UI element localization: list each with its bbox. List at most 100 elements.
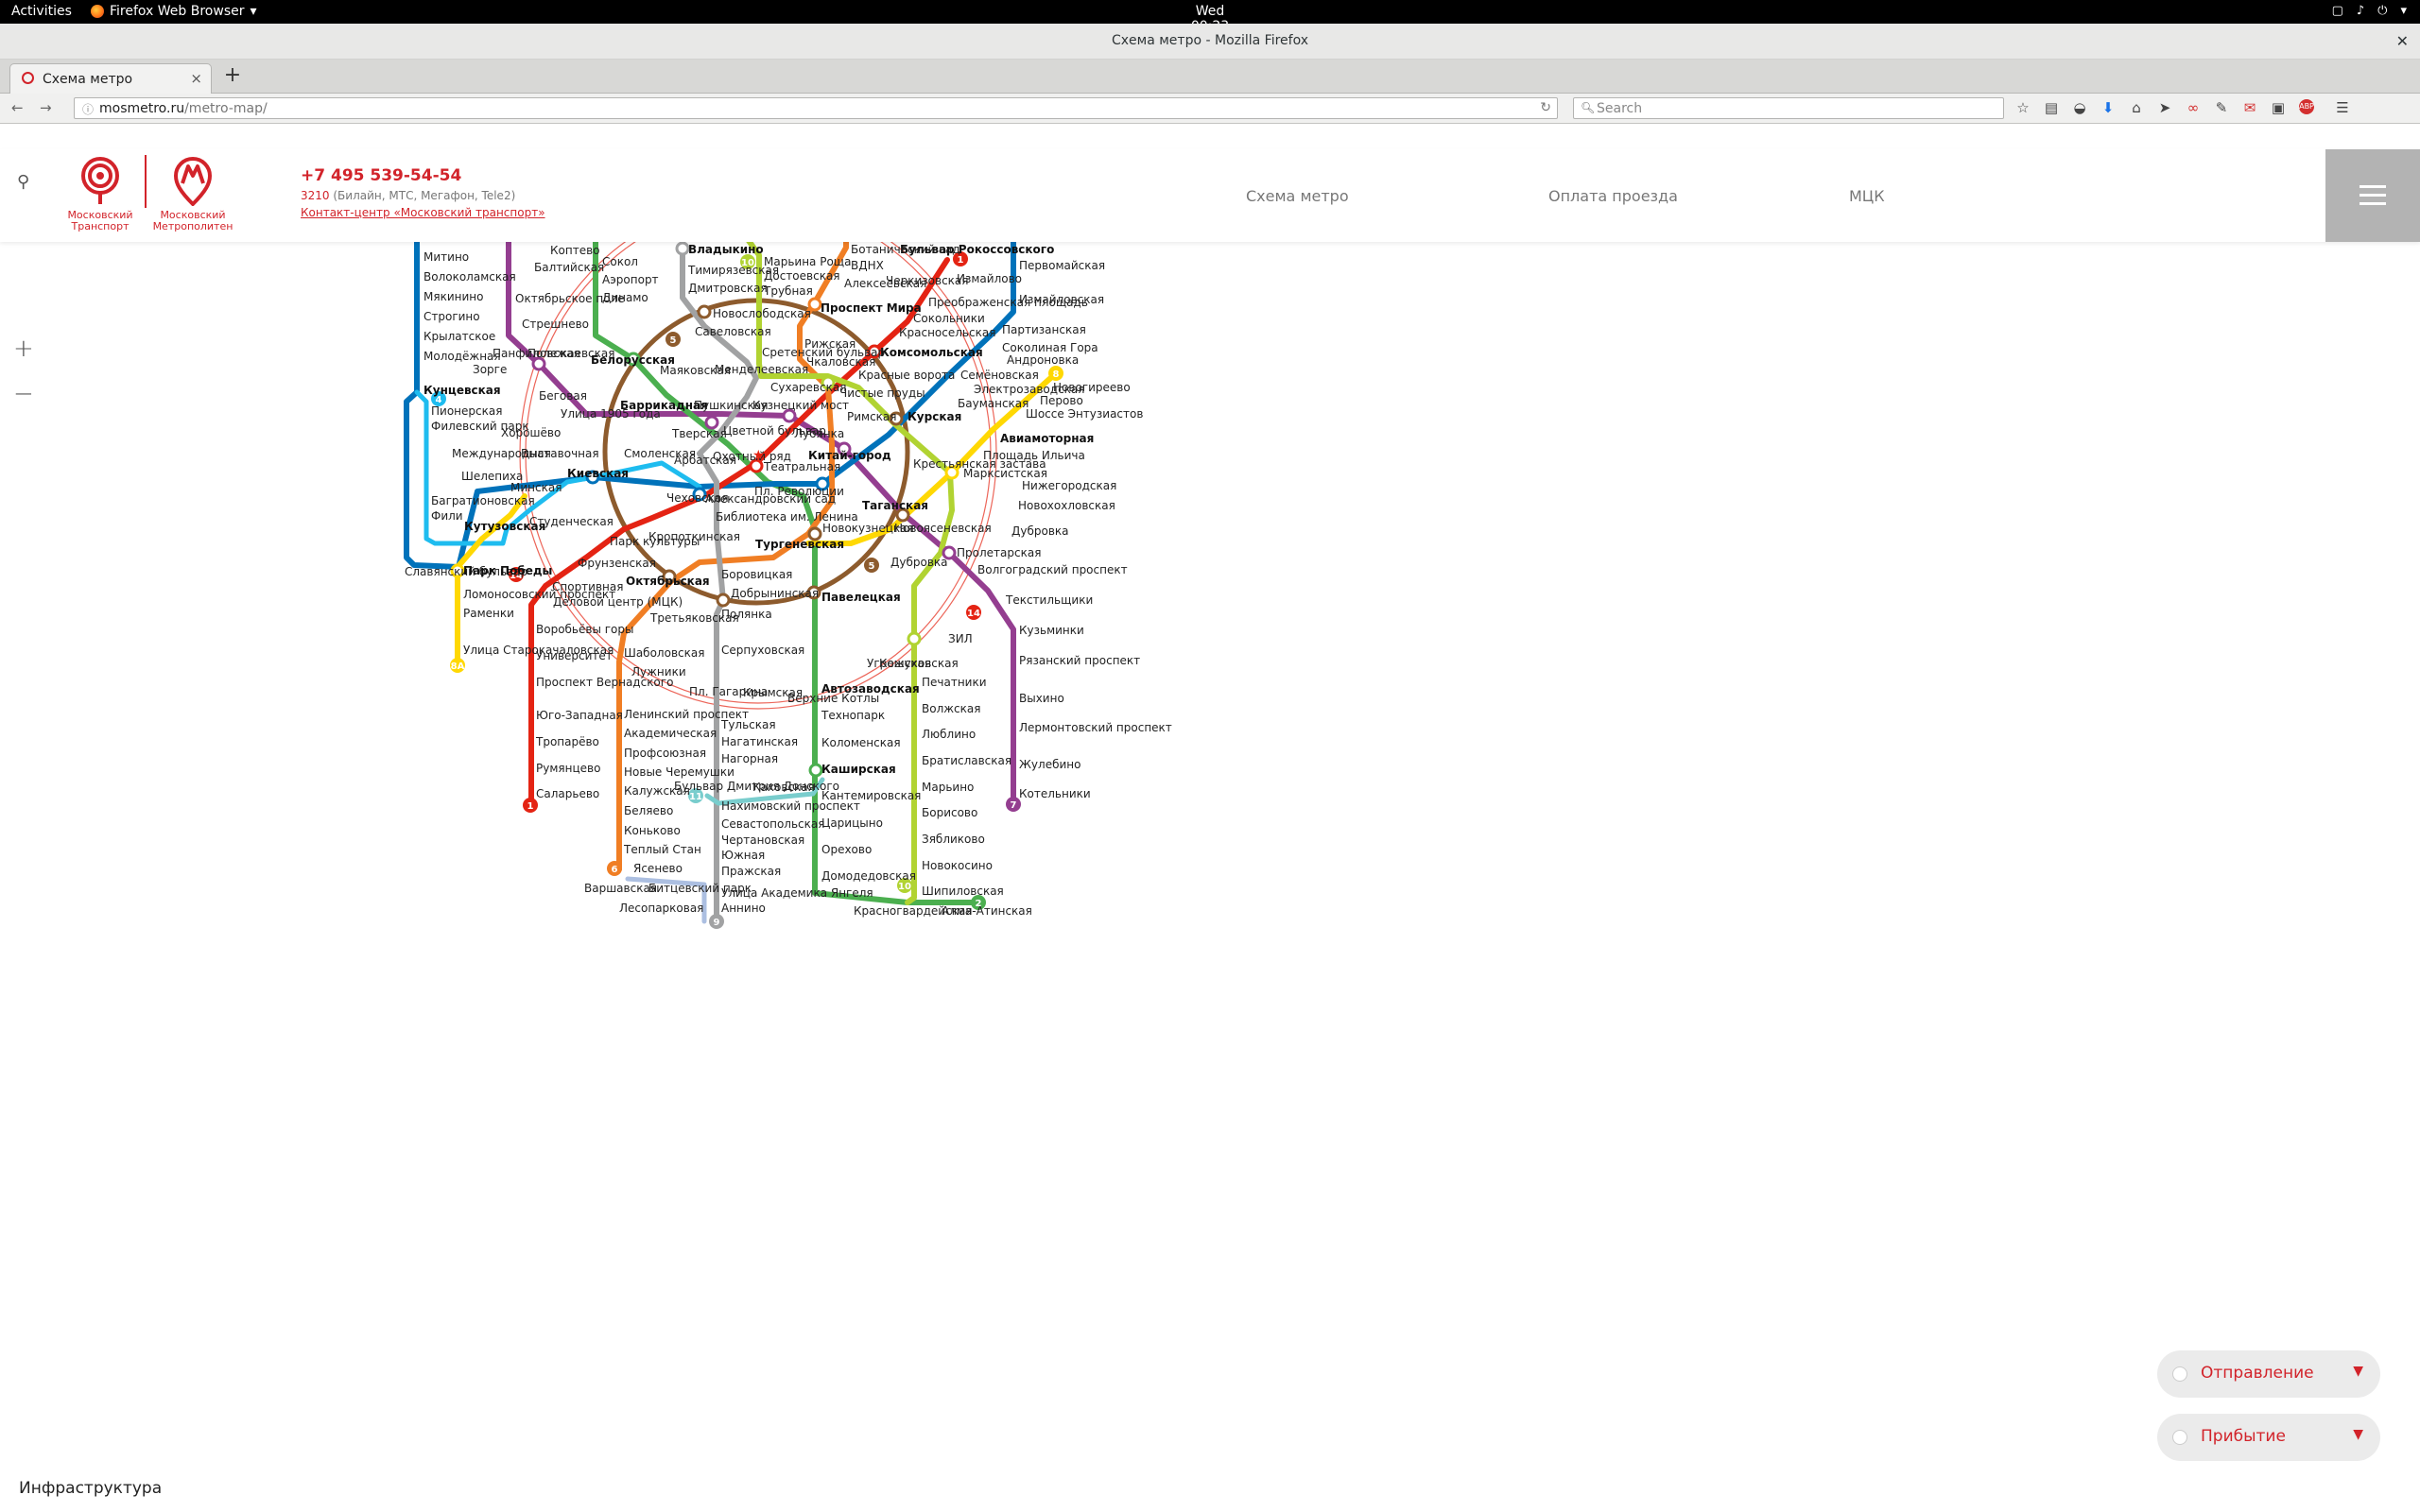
station-label[interactable]: Алма-Атинская bbox=[942, 904, 1032, 918]
station-label[interactable]: Добрынинская bbox=[731, 587, 819, 600]
station-label[interactable]: Сретенский бульвар bbox=[762, 346, 885, 359]
station-label[interactable]: Верхние Котлы bbox=[787, 692, 879, 705]
station-label[interactable]: Печатники bbox=[922, 676, 987, 689]
nav-mck[interactable]: МЦК bbox=[1849, 187, 1885, 205]
station-label[interactable]: Международная bbox=[452, 447, 551, 460]
station-label[interactable]: Лесопарковая bbox=[619, 902, 703, 915]
station-label[interactable]: Шелепиха bbox=[461, 470, 523, 483]
station-label[interactable]: Зябликово bbox=[922, 833, 985, 846]
station-label[interactable]: Балтийская bbox=[534, 261, 604, 274]
metro-map-canvas[interactable]: 1233455677188А9101011141414 ПланернаяСхо… bbox=[0, 242, 2420, 1512]
station-label[interactable]: Фрунзенская bbox=[578, 557, 656, 570]
screenshot-icon[interactable]: ▣ bbox=[2271, 99, 2286, 116]
station-label[interactable]: Чертановская bbox=[721, 833, 804, 847]
short-number[interactable]: 3210 bbox=[301, 189, 330, 202]
station-label[interactable]: Тургеневская bbox=[755, 538, 844, 551]
nav-fare-payment[interactable]: Оплата проезда bbox=[1548, 187, 1678, 205]
tab-metro-map[interactable]: Схема метро × bbox=[9, 63, 212, 94]
station-label[interactable]: Текстильщики bbox=[1005, 593, 1093, 607]
station-label[interactable]: Сокол bbox=[602, 255, 638, 268]
phone-number[interactable]: +7 495 539-54-54 bbox=[301, 166, 461, 185]
station-label[interactable]: Курская bbox=[908, 410, 961, 423]
station-label[interactable]: Севастопольская bbox=[721, 817, 824, 831]
arrival-button[interactable]: Прибытие ▼ bbox=[2157, 1414, 2380, 1461]
station-label[interactable]: Волжская bbox=[922, 702, 980, 715]
forward-icon[interactable]: → bbox=[40, 99, 52, 116]
station-label[interactable]: Измайлово bbox=[957, 272, 1022, 285]
station-label[interactable]: Коломенская bbox=[821, 736, 901, 749]
system-tray[interactable]: ▢ ♪ ⏻ ▾ bbox=[2332, 4, 2407, 18]
station-label[interactable]: Кунцевская bbox=[424, 384, 501, 397]
station-label[interactable]: Савеловская bbox=[695, 325, 771, 338]
url-bar[interactable]: ⓘ mosmetro.ru/metro-map/ ↻ bbox=[74, 97, 1558, 119]
station-label[interactable]: Волгоградский проспект bbox=[977, 563, 1128, 576]
station-label[interactable]: Новогиреево bbox=[1053, 381, 1131, 394]
contact-center-link[interactable]: Контакт-центр «Московский транспорт» bbox=[301, 206, 545, 219]
station-label[interactable]: Алексеевская bbox=[844, 277, 926, 290]
station-label[interactable]: Аэропорт bbox=[602, 273, 659, 286]
station-label[interactable]: Марьино bbox=[922, 781, 974, 794]
search-icon[interactable]: ⚲ bbox=[17, 172, 29, 192]
station-label[interactable]: Дмитровская bbox=[688, 282, 768, 295]
station-label[interactable]: Менделеевская bbox=[715, 363, 808, 376]
station-label[interactable]: Тимирязевская bbox=[687, 264, 779, 277]
station-label[interactable]: ЗИЛ bbox=[948, 632, 973, 645]
zoom-out-button[interactable]: − bbox=[13, 380, 34, 408]
new-tab-button[interactable]: + bbox=[219, 63, 246, 90]
station-label[interactable]: Зорге bbox=[473, 363, 507, 376]
station-label[interactable]: Румянцево bbox=[536, 762, 600, 775]
station-label[interactable]: Студенческая bbox=[529, 515, 614, 528]
station-label[interactable]: Тропарёво bbox=[535, 735, 599, 748]
station-label[interactable]: Лермонтовский проспект bbox=[1019, 721, 1172, 734]
adblock-icon[interactable]: ABP bbox=[2299, 99, 2314, 114]
bookmark-star-icon[interactable]: ☆ bbox=[2015, 99, 2031, 116]
station-label[interactable]: Братиславская bbox=[922, 754, 1011, 767]
station-label[interactable]: Беляево bbox=[624, 804, 673, 817]
logo-moscow-transport[interactable]: Московский Транспорт bbox=[53, 155, 147, 232]
station-label[interactable]: Новоясеневская bbox=[894, 522, 992, 535]
station-label[interactable]: Пионерская bbox=[431, 404, 502, 418]
station-label[interactable]: Киевская bbox=[567, 467, 629, 480]
station-label[interactable]: Лужники bbox=[631, 665, 686, 679]
hamburger-menu-button[interactable] bbox=[2325, 149, 2420, 242]
station-label[interactable]: Новокосино bbox=[922, 859, 993, 872]
station-label[interactable]: Павелецкая bbox=[821, 591, 901, 604]
station-label[interactable]: Таганская bbox=[862, 499, 928, 512]
station-label[interactable]: Котельники bbox=[1019, 787, 1091, 800]
logo-moscow-metro[interactable]: Московский Метрополитен bbox=[146, 155, 240, 232]
station-label[interactable]: Жулебино bbox=[1019, 758, 1080, 771]
station-label[interactable]: Каховская bbox=[752, 781, 815, 794]
reload-icon[interactable]: ↻ bbox=[1540, 100, 1551, 115]
station-label[interactable]: Шоссе Энтузиастов bbox=[1026, 407, 1143, 421]
back-icon[interactable]: ← bbox=[11, 99, 24, 116]
station-label[interactable]: Перово bbox=[1040, 394, 1083, 407]
station-label[interactable]: Молодёжная bbox=[424, 350, 501, 363]
station-label[interactable]: Деловой центр (МЦК) bbox=[553, 595, 683, 609]
station-label[interactable]: Римская bbox=[847, 410, 897, 423]
station-label[interactable]: Академическая bbox=[624, 727, 717, 740]
close-window-icon[interactable]: ✕ bbox=[2396, 32, 2409, 50]
notification-extension-icon[interactable]: ✉ bbox=[2242, 99, 2257, 116]
station-label[interactable]: Строгино bbox=[424, 310, 480, 323]
station-label[interactable]: Боровицкая bbox=[721, 568, 792, 581]
station-label[interactable]: Дубровка bbox=[1011, 524, 1069, 538]
station-label[interactable]: Улица Старокачаловская bbox=[463, 644, 614, 657]
station-label[interactable]: Выхино bbox=[1019, 692, 1064, 705]
station-label[interactable]: Волоколамская bbox=[424, 270, 516, 284]
station-label[interactable]: Андроновка bbox=[1007, 353, 1079, 367]
station-label[interactable]: Серпуховская bbox=[721, 644, 804, 657]
station-label[interactable]: Сокольники bbox=[913, 312, 985, 325]
pocket-icon[interactable]: ◒ bbox=[2072, 99, 2087, 116]
station-label[interactable]: Ясенево bbox=[633, 862, 683, 875]
station-label[interactable]: Угрешская bbox=[867, 657, 931, 670]
station-label[interactable]: Раменки bbox=[463, 607, 514, 620]
nav-metro-map[interactable]: Схема метро bbox=[1246, 187, 1349, 205]
station-label[interactable]: Ботанический сад bbox=[851, 243, 960, 256]
station-label[interactable]: Профсоюзная bbox=[624, 747, 706, 760]
app-menu[interactable]: Firefox Web Browser ▾ bbox=[91, 4, 257, 19]
home-icon[interactable]: ⌂ bbox=[2129, 99, 2144, 116]
search-bar[interactable]: 🔍︎ Search bbox=[1573, 97, 2004, 119]
station-label[interactable]: Парк Победы bbox=[463, 564, 552, 577]
station-label[interactable]: Октябрьская bbox=[626, 575, 710, 588]
station-label[interactable]: Крестьянская застава bbox=[913, 457, 1046, 471]
